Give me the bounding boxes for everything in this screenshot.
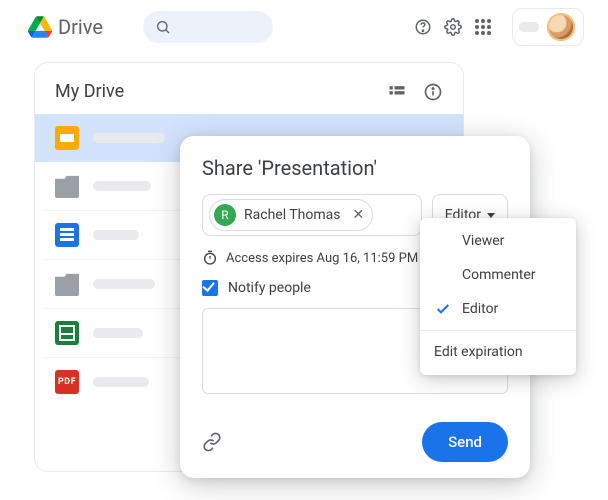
account-pill [519, 22, 539, 32]
pdf-icon: PDF [55, 370, 79, 394]
help-icon[interactable] [414, 18, 432, 36]
drive-logo-icon [28, 15, 52, 39]
caret-down-icon [487, 213, 495, 218]
access-expiration-text: Access expires Aug 16, 11:59 PM [226, 251, 418, 266]
role-option-editor[interactable]: Editor [420, 292, 576, 326]
edit-expiration-label: Edit expiration [434, 344, 523, 360]
drive-logo-text: Drive [58, 15, 103, 39]
drive-logo[interactable]: Drive [28, 15, 103, 39]
role-option-label: Commenter [462, 267, 536, 283]
settings-icon[interactable] [444, 18, 462, 36]
role-option-viewer[interactable]: Viewer [420, 224, 576, 258]
timer-icon [202, 250, 218, 266]
dropdown-separator [420, 330, 576, 331]
header-icons [414, 8, 584, 46]
folder-icon [55, 174, 79, 198]
docs-icon [55, 223, 79, 247]
file-name-placeholder [93, 328, 143, 338]
send-button-label: Send [448, 433, 482, 451]
role-option-label: Editor [462, 301, 498, 317]
user-avatar [547, 13, 575, 41]
share-dialog-title: Share 'Presentation' [202, 156, 508, 180]
folder-icon [55, 272, 79, 296]
role-dropdown-menu: Viewer Commenter Editor Edit expiration [420, 218, 576, 375]
drive-panel-header: My Drive [35, 81, 463, 114]
apps-icon[interactable] [474, 18, 492, 36]
file-name-placeholder [93, 230, 139, 240]
file-name-placeholder [93, 377, 149, 387]
sheets-icon [55, 321, 79, 345]
search-icon [155, 19, 171, 35]
slides-icon [55, 126, 79, 150]
chip-remove-icon[interactable]: ✕ [352, 207, 364, 223]
notify-label: Notify people [228, 280, 311, 296]
role-option-commenter[interactable]: Commenter [420, 258, 576, 292]
file-name-placeholder [93, 279, 155, 289]
account-switcher[interactable] [512, 8, 584, 46]
person-chip-name: Rachel Thomas [244, 207, 340, 223]
check-icon [434, 301, 452, 317]
copy-link-icon[interactable] [202, 432, 222, 452]
view-list-icon[interactable] [387, 82, 407, 102]
notify-checkbox[interactable] [202, 280, 218, 296]
person-chip[interactable]: R Rachel Thomas ✕ [209, 199, 373, 231]
send-button[interactable]: Send [422, 422, 508, 462]
app-header: Drive [0, 0, 608, 54]
info-icon[interactable] [423, 82, 443, 102]
search-bar[interactable] [143, 11, 273, 43]
file-name-placeholder [93, 133, 165, 143]
file-name-placeholder [93, 181, 151, 191]
drive-title: My Drive [55, 81, 124, 102]
role-option-label: Viewer [462, 233, 504, 249]
person-chip-avatar: R [214, 204, 236, 226]
share-people-input[interactable]: R Rachel Thomas ✕ [202, 194, 422, 236]
edit-expiration-option[interactable]: Edit expiration [420, 335, 576, 369]
